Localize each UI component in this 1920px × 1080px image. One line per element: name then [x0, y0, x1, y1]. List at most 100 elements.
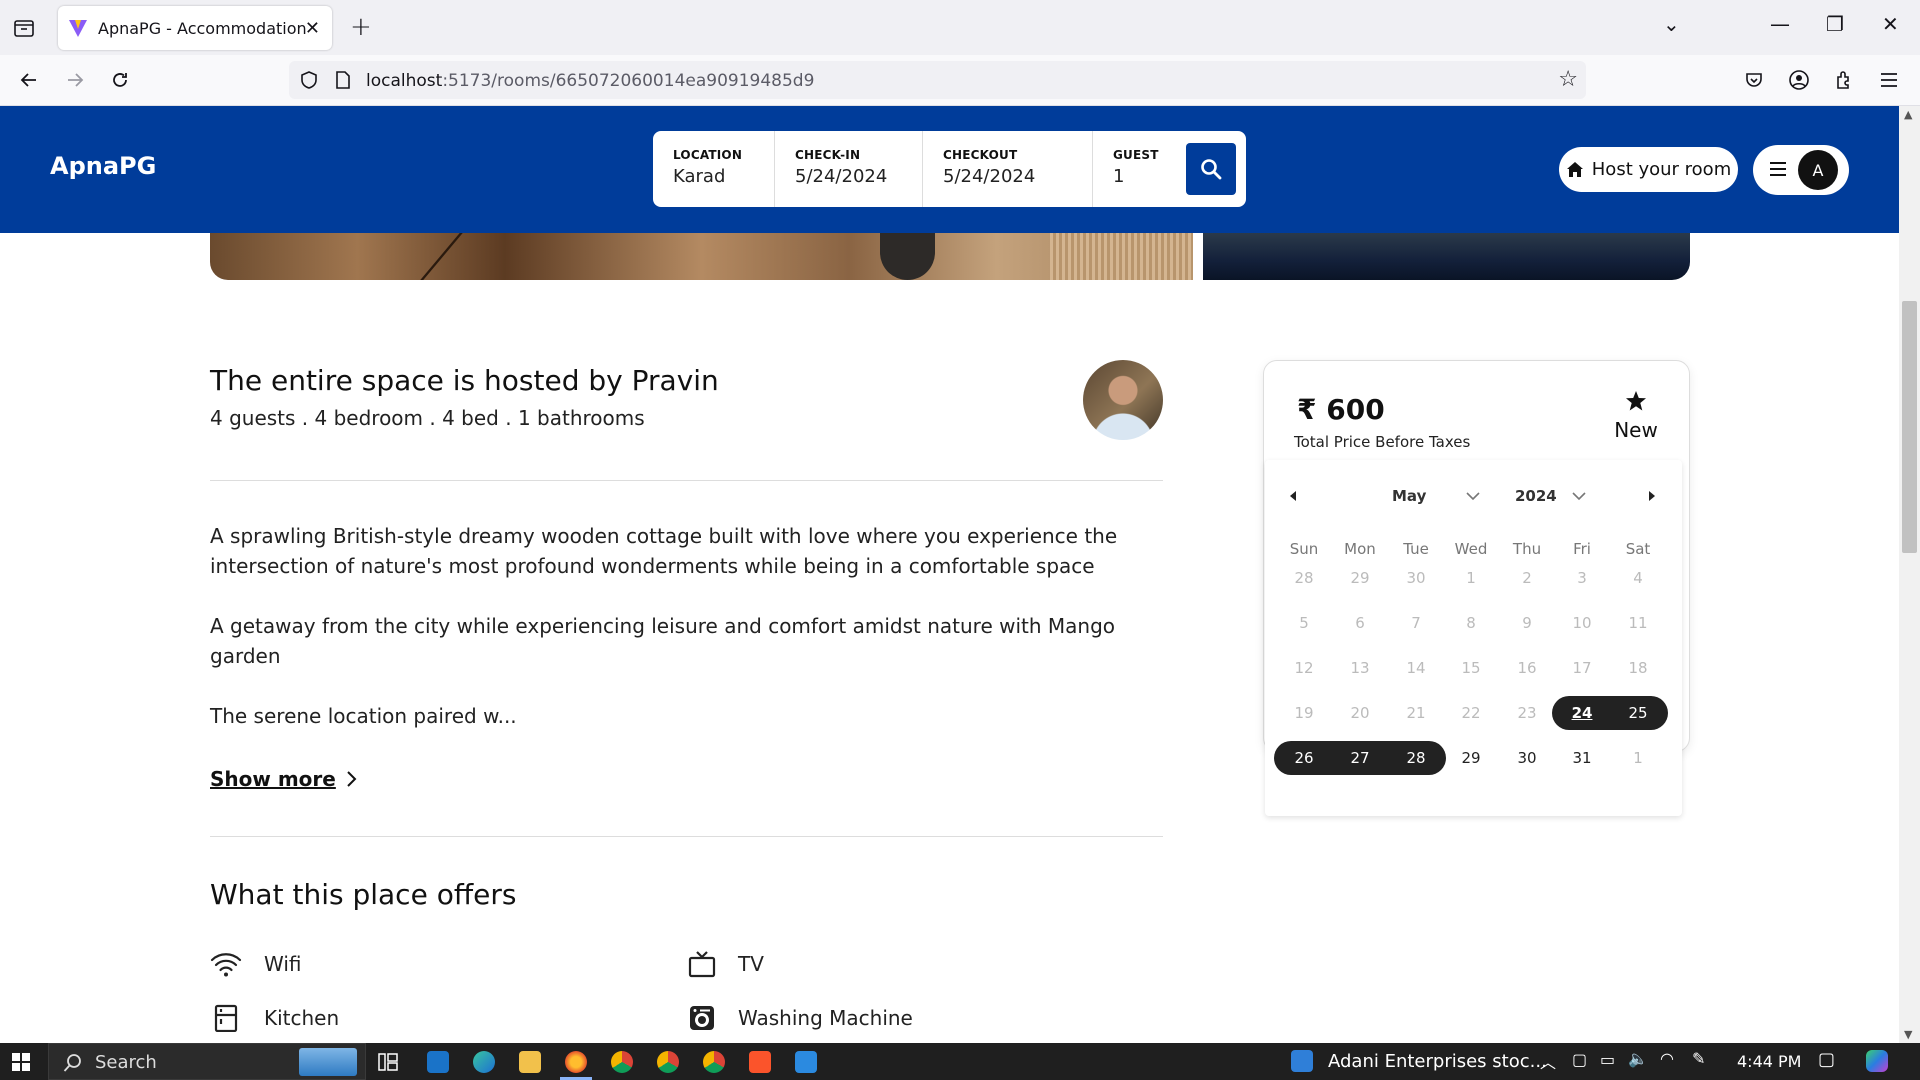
calendar-day: 16	[1517, 659, 1537, 677]
show-more-link[interactable]: Show more	[210, 767, 358, 791]
tab-list-icon[interactable]	[12, 16, 36, 40]
checkin-field[interactable]: CHECK-IN 5/24/2024	[775, 131, 923, 207]
firefox-icon[interactable]	[565, 1051, 587, 1073]
calendar-day: 13	[1350, 659, 1370, 677]
file-explorer-icon[interactable]	[519, 1051, 541, 1073]
wifi-icon	[210, 953, 242, 977]
calendar-day: 21	[1406, 704, 1426, 722]
description-paragraph: The serene location paired w...	[210, 704, 517, 728]
calendar-day-selected[interactable]: 24	[1558, 696, 1606, 730]
pen-icon[interactable]: ✎	[1692, 1049, 1705, 1068]
calendar-day-selected[interactable]: 26	[1280, 741, 1328, 775]
location-label: LOCATION	[673, 148, 743, 162]
edge-icon[interactable]	[473, 1051, 495, 1073]
clock[interactable]: 4:44 PM	[1737, 1052, 1801, 1071]
amenity-label: Kitchen	[264, 1006, 340, 1030]
windows-start-icon[interactable]	[12, 1053, 30, 1071]
user-menu-button[interactable]: A	[1753, 145, 1849, 195]
home-icon	[1566, 162, 1583, 177]
site-logo[interactable]: ApnaPG	[50, 152, 156, 180]
taskbar-search[interactable]: Search	[48, 1043, 366, 1080]
pocket-icon[interactable]	[1741, 67, 1767, 93]
scroll-thumb[interactable]	[1902, 301, 1917, 553]
checkin-value: 5/24/2024	[795, 166, 888, 187]
new-badge: New	[1610, 390, 1662, 442]
vscode-icon[interactable]	[795, 1051, 817, 1073]
window-close-icon[interactable]: ✕	[1882, 12, 1899, 36]
calendar-day[interactable]: 31	[1558, 741, 1606, 775]
amenity-item: Washing Machine	[688, 1004, 913, 1032]
extensions-icon[interactable]	[1831, 67, 1857, 93]
minimize-icon[interactable]: —	[1770, 12, 1790, 36]
forward-icon[interactable]	[62, 67, 88, 93]
guest-field[interactable]: GUEST 1	[1093, 131, 1183, 207]
copilot-icon[interactable]	[1866, 1050, 1888, 1072]
scroll-up-icon[interactable]: ▲	[1904, 108, 1912, 121]
calendar-day: 6	[1355, 614, 1365, 632]
chrome-icon[interactable]	[611, 1051, 633, 1073]
meet-icon[interactable]: ▢	[1572, 1050, 1587, 1069]
guest-value: 1	[1113, 166, 1125, 187]
back-icon[interactable]	[16, 67, 42, 93]
shield-icon[interactable]	[300, 71, 318, 89]
next-month-icon[interactable]	[1647, 490, 1657, 502]
user-avatar[interactable]: A	[1798, 150, 1838, 190]
calendar-day: 15	[1461, 659, 1481, 677]
calendar-day: 18	[1628, 659, 1648, 677]
search-button[interactable]	[1186, 143, 1236, 195]
currency-symbol: ₹	[1297, 393, 1317, 426]
divider	[210, 480, 1163, 481]
checkout-field[interactable]: CHECKOUT 5/24/2024	[923, 131, 1093, 207]
weekday-label: Tue	[1403, 540, 1429, 558]
calendar-day-selected[interactable]: 28	[1392, 741, 1440, 775]
address-bar[interactable]: localhost:5173/rooms/665072060014ea90919…	[289, 61, 1586, 99]
volume-icon[interactable]: 🔈	[1628, 1049, 1648, 1068]
calendar-day: 28	[1294, 569, 1314, 587]
tab-close-icon[interactable]: ✕	[305, 18, 320, 39]
vite-favicon-icon	[69, 20, 87, 37]
chrome-icon[interactable]	[703, 1051, 725, 1073]
task-view-icon[interactable]	[378, 1053, 398, 1071]
wifi-status-icon[interactable]: ◠	[1660, 1049, 1674, 1068]
news-widget-icon[interactable]	[1291, 1050, 1313, 1072]
amenity-item: Wifi	[210, 950, 302, 978]
new-tab-icon[interactable]: +	[350, 12, 372, 42]
app-menu-icon[interactable]	[1876, 67, 1902, 93]
calendar-day: 3	[1577, 569, 1587, 587]
date-picker: May 2024 Sun Mon Tue Wed Thu Fri Sat 28 29 30 1 2 3…	[1265, 460, 1682, 816]
browser-tab[interactable]: ApnaPG - Accommodation Solu ✕	[58, 6, 332, 50]
weekday-label: Wed	[1454, 540, 1488, 558]
location-field[interactable]: LOCATION Karad	[653, 131, 775, 207]
page-scrollbar[interactable]: ▲ ▼	[1899, 106, 1920, 1043]
hamburger-icon	[1770, 162, 1786, 176]
calendar-day-selected[interactable]: 27	[1336, 741, 1384, 775]
listing-photo-main[interactable]	[210, 233, 1193, 280]
prev-month-icon[interactable]	[1288, 490, 1298, 502]
list-all-tabs-icon[interactable]: ⌄	[1663, 12, 1680, 36]
news-widget-text[interactable]: Adani Enterprises stoc...	[1328, 1051, 1547, 1072]
account-icon[interactable]	[1786, 67, 1812, 93]
mail-icon[interactable]	[427, 1051, 449, 1073]
chevron-down-icon	[1572, 492, 1586, 501]
price: ₹ 600	[1297, 393, 1385, 426]
calendar-day[interactable]: 29	[1447, 741, 1495, 775]
calendar-day-selected[interactable]: 25	[1614, 696, 1662, 730]
chevron-down-icon	[1466, 492, 1480, 501]
kitchen-icon	[214, 1004, 238, 1032]
chrome-icon[interactable]	[657, 1051, 679, 1073]
bookmark-star-icon[interactable]: ☆	[1558, 67, 1578, 92]
month-select[interactable]: May	[1392, 487, 1480, 505]
notifications-icon[interactable]: ▢	[1818, 1049, 1835, 1070]
scroll-down-icon[interactable]: ▼	[1904, 1028, 1912, 1041]
year-select[interactable]: 2024	[1515, 487, 1586, 505]
restore-icon[interactable]: ❐	[1826, 12, 1844, 36]
battery-icon[interactable]: ▭	[1600, 1050, 1615, 1069]
calendar-day: 12	[1294, 659, 1314, 677]
listing-photo-secondary[interactable]	[1203, 233, 1690, 280]
brave-icon[interactable]	[749, 1051, 771, 1073]
chevron-right-icon	[347, 771, 357, 787]
chevron-up-icon[interactable]: ︿	[1540, 1049, 1556, 1073]
host-your-room-button[interactable]: Host your room	[1559, 147, 1738, 192]
reload-icon[interactable]	[107, 67, 133, 93]
calendar-day[interactable]: 30	[1503, 741, 1551, 775]
